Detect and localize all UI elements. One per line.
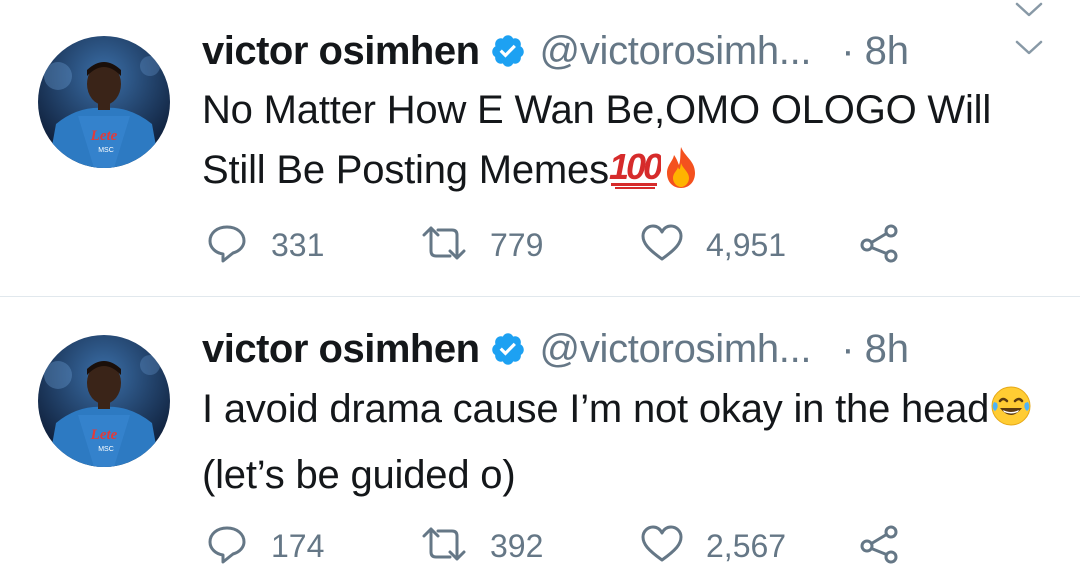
verified-badge-icon xyxy=(490,33,526,69)
retweet-icon xyxy=(420,223,468,268)
author-name[interactable]: victor osimhen xyxy=(202,327,480,372)
separator-dot: · xyxy=(841,326,855,371)
avatar-image: Lete MSC xyxy=(38,36,170,168)
svg-text:Lete: Lete xyxy=(90,427,118,443)
svg-text:MSC: MSC xyxy=(98,446,114,453)
share-button[interactable] xyxy=(858,220,902,270)
tweet[interactable]: Lete MSC victor osimhen @victorosimh... … xyxy=(0,297,1080,575)
author-handle[interactable]: @victorosimh... xyxy=(540,327,812,372)
retweet-button[interactable]: 392 xyxy=(420,521,543,571)
share-button[interactable] xyxy=(858,521,902,571)
share-icon xyxy=(858,223,902,268)
retweet-icon xyxy=(420,524,468,569)
like-count: 2,567 xyxy=(706,527,787,564)
tweet-text-suffix: (let’s be guided o) xyxy=(202,453,516,497)
tears-of-joy-emoji xyxy=(989,384,1033,445)
tweet-text-main: I avoid drama cause I’m not okay in the … xyxy=(202,387,990,431)
svg-text:Lete: Lete xyxy=(90,128,118,144)
like-button[interactable]: 2,567 xyxy=(640,521,786,571)
tweet[interactable]: Lete MSC victor osimhen @victorosimh... … xyxy=(0,0,1080,296)
tweet-actions: 331 779 4,951 xyxy=(0,220,1080,270)
separator-dot: · xyxy=(841,28,855,73)
avatar[interactable]: Lete MSC xyxy=(38,36,170,168)
retweet-count: 779 xyxy=(490,226,544,263)
svg-text:MSC: MSC xyxy=(98,147,114,154)
tweet-header: victor osimhen @victorosimh... · 8h xyxy=(202,26,909,76)
share-icon xyxy=(858,524,902,569)
fire-emoji xyxy=(661,145,701,206)
tweet-header: victor osimhen @victorosimh... · 8h xyxy=(202,324,909,374)
reply-count: 331 xyxy=(271,226,325,263)
avatar[interactable]: Lete MSC xyxy=(38,335,170,467)
like-button[interactable]: 4,951 xyxy=(640,220,786,270)
retweet-button[interactable]: 779 xyxy=(420,220,543,270)
tweet-text: No Matter How E Wan Be,OMO OLOGO Will St… xyxy=(202,80,1062,206)
tweet-text-main: No Matter How E Wan Be,OMO OLOGO Will St… xyxy=(202,88,992,192)
tweet-text: I avoid drama cause I’m not okay in the … xyxy=(202,379,1062,505)
avatar-image: Lete MSC xyxy=(38,335,170,467)
chevron-down-icon[interactable] xyxy=(1013,0,1045,20)
reply-button[interactable]: 174 xyxy=(205,521,324,571)
author-name[interactable]: victor osimhen xyxy=(202,29,480,74)
hundred-points-emoji: 100 xyxy=(609,145,666,206)
reply-icon xyxy=(205,221,249,270)
chevron-down-icon[interactable] xyxy=(1013,38,1045,58)
reply-icon xyxy=(205,522,249,571)
like-icon xyxy=(640,223,684,268)
timestamp[interactable]: 8h xyxy=(865,327,910,372)
retweet-count: 392 xyxy=(490,527,544,564)
reply-count: 174 xyxy=(271,527,325,564)
like-count: 4,951 xyxy=(706,226,787,263)
tweet-feed: Lete MSC victor osimhen @victorosimh... … xyxy=(0,0,1080,575)
like-icon xyxy=(640,524,684,569)
reply-button[interactable]: 331 xyxy=(205,220,324,270)
tweet-actions: 174 392 2,567 xyxy=(0,521,1080,571)
timestamp[interactable]: 8h xyxy=(865,29,910,74)
verified-badge-icon xyxy=(490,331,526,367)
author-handle[interactable]: @victorosimh... xyxy=(540,29,812,74)
svg-text:100: 100 xyxy=(609,146,661,187)
